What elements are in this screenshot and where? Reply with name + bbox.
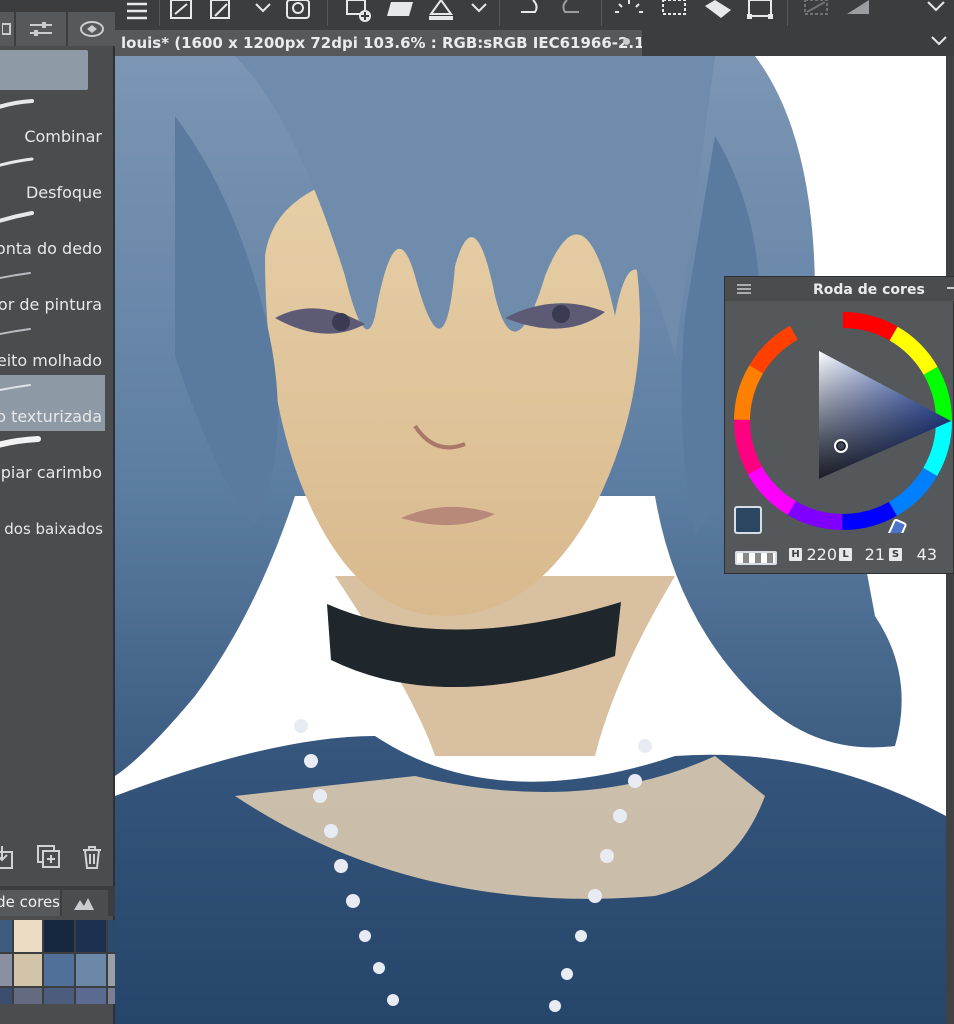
brush-label: Desfoque [25, 183, 102, 202]
s-label: S [889, 548, 902, 561]
h-label: H [789, 548, 802, 561]
transform-icon[interactable] [169, 0, 193, 24]
color-swatch[interactable] [0, 988, 12, 1004]
chevron-down-icon[interactable] [253, 0, 273, 24]
toolbar-divider [327, 0, 328, 26]
color-swatch[interactable] [76, 920, 106, 952]
clip-studio-app: Combinar Desfoque Ponta do dedo Misturad… [0, 0, 954, 1024]
sub-tool-group-header[interactable] [0, 50, 88, 90]
l-value[interactable]: 21 [855, 545, 885, 564]
tab-tool-property[interactable] [16, 12, 66, 46]
color-swatch[interactable] [0, 920, 12, 952]
brush-stroke-preview [0, 272, 31, 280]
minimize-icon[interactable] [947, 287, 954, 289]
swap-icon [79, 21, 104, 37]
tab-sub-tool[interactable] [0, 12, 14, 46]
tab-color-set[interactable]: Conjunto de cores [0, 890, 60, 916]
brush-item-combinar[interactable]: Combinar [0, 95, 105, 151]
sliders-icon [30, 22, 52, 36]
brush-stroke-preview [0, 436, 41, 448]
color-wheel[interactable] [733, 305, 954, 533]
color-swatch[interactable] [44, 920, 74, 952]
fill-icon[interactable] [427, 0, 455, 24]
loading-icon[interactable] [615, 0, 643, 24]
brush-stroke-preview [0, 211, 34, 223]
main-color-swatch[interactable] [734, 506, 762, 534]
chevron-down-icon[interactable] [469, 0, 489, 24]
tab-brush-size[interactable] [68, 12, 115, 46]
redo-icon[interactable] [559, 0, 585, 24]
transparent-color-swatch[interactable] [735, 551, 777, 565]
toolbar-divider [601, 0, 602, 26]
brush-item-desfoque[interactable]: Desfoque [0, 151, 105, 207]
toolbar-divider [787, 0, 788, 26]
document-tab[interactable]: louis* (1600 x 1200px 72dpi 103.6% : RGB… [115, 30, 642, 56]
s-value[interactable]: 43 [905, 545, 937, 564]
l-label: L [839, 548, 852, 561]
brush-label: Ponta do dedo [0, 239, 102, 258]
color-swatch[interactable] [76, 954, 106, 986]
brush-label: Pincel áspero texturizada [0, 407, 102, 426]
undo-icon[interactable] [515, 0, 541, 24]
color-swatch[interactable] [0, 954, 12, 986]
sub-tool-tabs [0, 0, 115, 46]
eraser-icon[interactable] [703, 0, 733, 24]
chevron-down-icon[interactable] [925, 0, 947, 24]
tab-approximate-color[interactable] [62, 890, 108, 916]
snap-icon[interactable] [803, 0, 831, 24]
brush-item-texturizada[interactable]: Pincel áspero texturizada [0, 375, 105, 431]
select-icon[interactable] [661, 0, 689, 24]
color-swatch[interactable] [76, 988, 106, 1004]
brush-label: Copiar carimbo [0, 463, 102, 482]
brush-stroke-preview [0, 384, 31, 392]
brush-label: Combinar [24, 127, 102, 146]
trash-icon[interactable] [80, 844, 106, 872]
brush-item-misturador[interactable]: Misturador de pintura [0, 263, 105, 319]
brush-list: Combinar Desfoque Ponta do dedo Misturad… [0, 95, 105, 487]
color-swatch[interactable] [14, 920, 42, 952]
panel-title: Roda de cores [813, 282, 925, 298]
new-layer-icon[interactable] [345, 0, 373, 24]
sub-tool-actions [0, 844, 115, 876]
panel-title-bar[interactable]: Roda de cores [725, 277, 954, 301]
color-swatch[interactable] [44, 988, 74, 1004]
brush-stroke-preview [0, 157, 34, 167]
menu-icon[interactable] [737, 284, 751, 294]
download-link[interactable]: Adquirir dos baixados [0, 520, 103, 538]
copy-icon[interactable] [285, 0, 311, 24]
duplicate-icon[interactable] [36, 844, 62, 872]
color-swatch[interactable] [14, 954, 42, 986]
brush-label: Misturador de pintura [0, 295, 102, 314]
edit-icon[interactable] [209, 0, 233, 24]
gradient-icon[interactable] [845, 0, 873, 24]
toolbar-divider [499, 0, 500, 26]
color-set-tabs: Conjunto de cores [0, 886, 115, 916]
document-tab-bar: louis* (1600 x 1200px 72dpi 103.6% : RGB… [115, 28, 954, 56]
chevron-down-icon[interactable] [930, 34, 948, 48]
brush-label: Efeito molhado [0, 351, 102, 370]
brush-stroke-preview [0, 99, 34, 109]
brush-item-copiar-carimbo[interactable]: Copiar carimbo [0, 431, 105, 487]
brush-item-efeito-molhado[interactable]: Efeito molhado [0, 319, 105, 375]
unsaved-indicator-icon [623, 38, 630, 45]
menu-icon[interactable] [125, 0, 149, 24]
document-title: louis* (1600 x 1200px 72dpi 103.6% : RGB… [121, 34, 642, 52]
toolbar-divider [159, 0, 160, 26]
folder-icon[interactable] [385, 0, 415, 24]
hls-values: H 220 L 21 S 43 [789, 545, 954, 567]
color-set-swatches [0, 920, 136, 1004]
hue-ring-handle[interactable] [887, 518, 907, 533]
import-icon[interactable] [0, 844, 16, 872]
crop-icon[interactable] [745, 0, 775, 24]
brush-item-ponta-do-dedo[interactable]: Ponta do dedo [0, 207, 105, 263]
mountain-icon [74, 898, 94, 910]
command-bar [115, 0, 954, 28]
sub-tool-panel: Combinar Desfoque Ponta do dedo Misturad… [0, 0, 136, 1024]
brush-stroke-preview [0, 328, 31, 336]
color-swatch[interactable] [14, 988, 42, 1004]
panel-icon [2, 23, 11, 35]
color-swatch[interactable] [44, 954, 74, 986]
h-value[interactable]: 220 [805, 545, 837, 564]
color-wheel-panel: Roda de cores H 220 L 21 S 43 [724, 276, 954, 574]
